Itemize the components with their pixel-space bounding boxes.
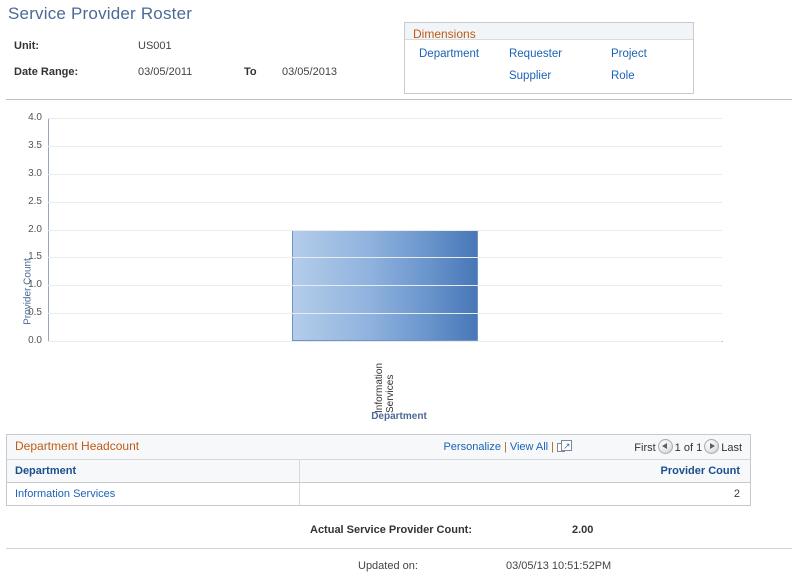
- updated-on-value: 03/05/13 10:51:52PM: [506, 560, 612, 572]
- previous-page-icon[interactable]: [657, 439, 673, 454]
- dimensions-row: Department Requester Project: [405, 43, 693, 65]
- date-from-value: 03/05/2011: [138, 66, 193, 78]
- dimension-link-role[interactable]: Role: [611, 70, 635, 82]
- department-link[interactable]: Information Services: [15, 488, 115, 500]
- date-to-value: 03/05/2013: [282, 66, 338, 78]
- y-tick-label: 1.0: [28, 279, 42, 291]
- criteria-row-date-range: Date Range: 03/05/2011 To 03/05/2013: [10, 66, 390, 92]
- headcount-table: Department Provider Count Information Se…: [7, 460, 750, 505]
- table-header-row: Department Provider Count: [7, 460, 750, 483]
- next-page-icon[interactable]: [704, 439, 720, 454]
- grid-toolbar: Personalize | View All | ↗: [443, 440, 572, 453]
- y-tick-label: 1.5: [28, 251, 42, 263]
- pager-position: 1 of 1: [674, 442, 703, 454]
- dimension-cell-department[interactable]: Department: [405, 48, 501, 60]
- cell-provider-count: 2: [299, 482, 750, 505]
- updated-on-label: Updated on:: [358, 560, 418, 572]
- gridline: [48, 313, 722, 315]
- gridline: [48, 173, 722, 175]
- expand-to-window-icon[interactable]: ↗: [557, 440, 572, 453]
- x-axis-title: Department: [371, 411, 427, 422]
- provider-count-bar-chart: Provider Count Information Services 4.0 3…: [0, 106, 798, 426]
- dimension-link-project[interactable]: Project: [611, 48, 647, 60]
- expand-icon-arrow: ↗: [563, 441, 571, 451]
- pager-first-label[interactable]: First: [634, 442, 655, 454]
- pager-last-label[interactable]: Last: [721, 442, 742, 454]
- y-tick-label: 2.5: [28, 195, 42, 207]
- gridline: [48, 145, 722, 147]
- y-tick-label: 3.0: [28, 167, 42, 179]
- y-tick-label: 3.5: [28, 139, 42, 151]
- date-range-label: Date Range:: [14, 66, 79, 78]
- dimensions-panel-title: Dimensions: [405, 23, 693, 41]
- header-divider: [6, 99, 792, 100]
- grid-title-bar: Department Headcount Personalize | View Al…: [7, 435, 750, 460]
- dimension-link-supplier[interactable]: Supplier: [509, 70, 551, 82]
- gridline: [48, 257, 722, 259]
- footer-divider: [6, 548, 792, 549]
- gridline: [48, 201, 722, 203]
- gridline: [48, 229, 722, 231]
- criteria-row-unit: Unit: US001: [10, 40, 390, 66]
- dimensions-row: Supplier Role: [405, 65, 693, 87]
- dimension-cell-supplier[interactable]: Supplier: [501, 70, 597, 82]
- x-tick-label-information-services: Information Services: [374, 362, 396, 413]
- unit-label: Unit:: [14, 40, 40, 52]
- actual-service-provider-count-value: 2.00: [572, 524, 594, 536]
- gridline: [48, 285, 722, 287]
- totals-row: Actual Service Provider Count: 2.00: [0, 522, 798, 544]
- department-headcount-grid: Department Headcount Personalize | View Al…: [6, 434, 751, 506]
- dimensions-panel: Dimensions Department Requester Project …: [404, 22, 694, 94]
- personalize-link[interactable]: Personalize: [443, 441, 500, 453]
- dimension-cell-project[interactable]: Project: [597, 48, 693, 60]
- report-criteria: Unit: US001 Date Range: 03/05/2011 To 03…: [10, 40, 390, 92]
- y-tick-label: 0.0: [28, 335, 42, 346]
- column-header-department[interactable]: Department: [7, 460, 300, 483]
- y-tick-label: 0.5: [28, 307, 42, 319]
- gridline: [48, 118, 722, 119]
- tool-separator: |: [551, 441, 554, 453]
- table-row: Information Services 2: [7, 482, 750, 505]
- tool-separator: |: [503, 441, 507, 453]
- chart-plot-area: Information Services 4.0 3.5 3.0 2.5 2.0 1.5 1…: [28, 112, 722, 413]
- dimension-cell-requester[interactable]: Requester: [501, 48, 597, 60]
- view-all-link[interactable]: View All: [510, 441, 548, 453]
- y-tick-label: 4.0: [28, 112, 42, 123]
- gridline: [48, 341, 722, 342]
- dimension-link-department[interactable]: Department: [419, 48, 479, 60]
- cell-department: Information Services: [7, 482, 300, 505]
- unit-value: US001: [138, 40, 172, 52]
- grid-pager: First 1 of 1 Last: [634, 439, 742, 454]
- actual-service-provider-count-label: Actual Service Provider Count:: [310, 524, 472, 536]
- y-tick-label: 2.0: [28, 223, 42, 235]
- updated-on-row: Updated on: 03/05/13 10:51:52PM: [0, 560, 798, 578]
- grid-title: Department Headcount: [15, 439, 140, 453]
- dimension-cell-role[interactable]: Role: [597, 70, 693, 82]
- page-title: Service Provider Roster: [8, 4, 193, 23]
- date-to-connector-label: To: [244, 66, 257, 78]
- column-header-provider-count[interactable]: Provider Count: [299, 460, 750, 483]
- dimension-link-requester[interactable]: Requester: [509, 48, 562, 60]
- dimensions-link-grid: Department Requester Project Supplier Ro…: [405, 40, 693, 93]
